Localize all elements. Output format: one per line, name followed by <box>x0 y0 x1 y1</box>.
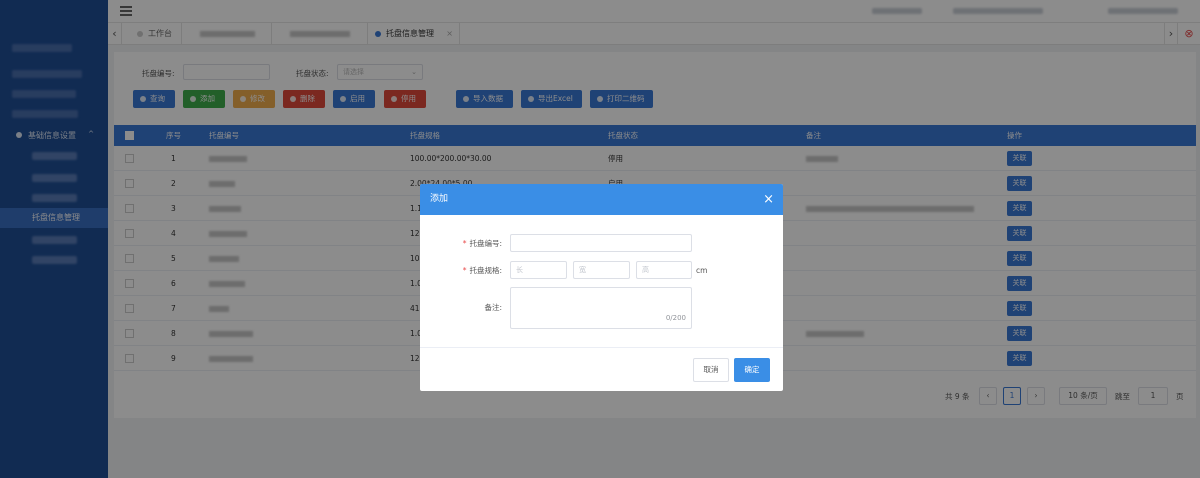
cancel-button[interactable]: 取消 <box>693 358 729 382</box>
dialog-header: 添加 × <box>420 184 783 215</box>
dialog-title: 添加 <box>430 194 449 204</box>
height-input[interactable]: 高 <box>636 261 692 279</box>
unit-label: cm <box>696 266 708 275</box>
remark-label: 备注: <box>484 303 502 312</box>
width-input[interactable]: 宽 <box>573 261 630 279</box>
tray-spec-label: * 托盘规格: <box>462 266 502 275</box>
remark-textarea[interactable]: 0/200 <box>510 287 692 329</box>
remark-char-counter: 0/200 <box>665 314 686 322</box>
close-icon[interactable]: × <box>763 184 774 215</box>
tray-no-input[interactable] <box>510 234 692 252</box>
add-tray-dialog: 添加 × * 托盘编号: * 托盘规格: 长 宽 高 cm 备注: 0/200 取消… <box>420 184 783 391</box>
dialog-footer: 取消 确定 <box>420 347 783 391</box>
length-input[interactable]: 长 <box>510 261 567 279</box>
tray-no-label: * 托盘编号: <box>462 239 502 248</box>
confirm-button[interactable]: 确定 <box>734 358 770 382</box>
